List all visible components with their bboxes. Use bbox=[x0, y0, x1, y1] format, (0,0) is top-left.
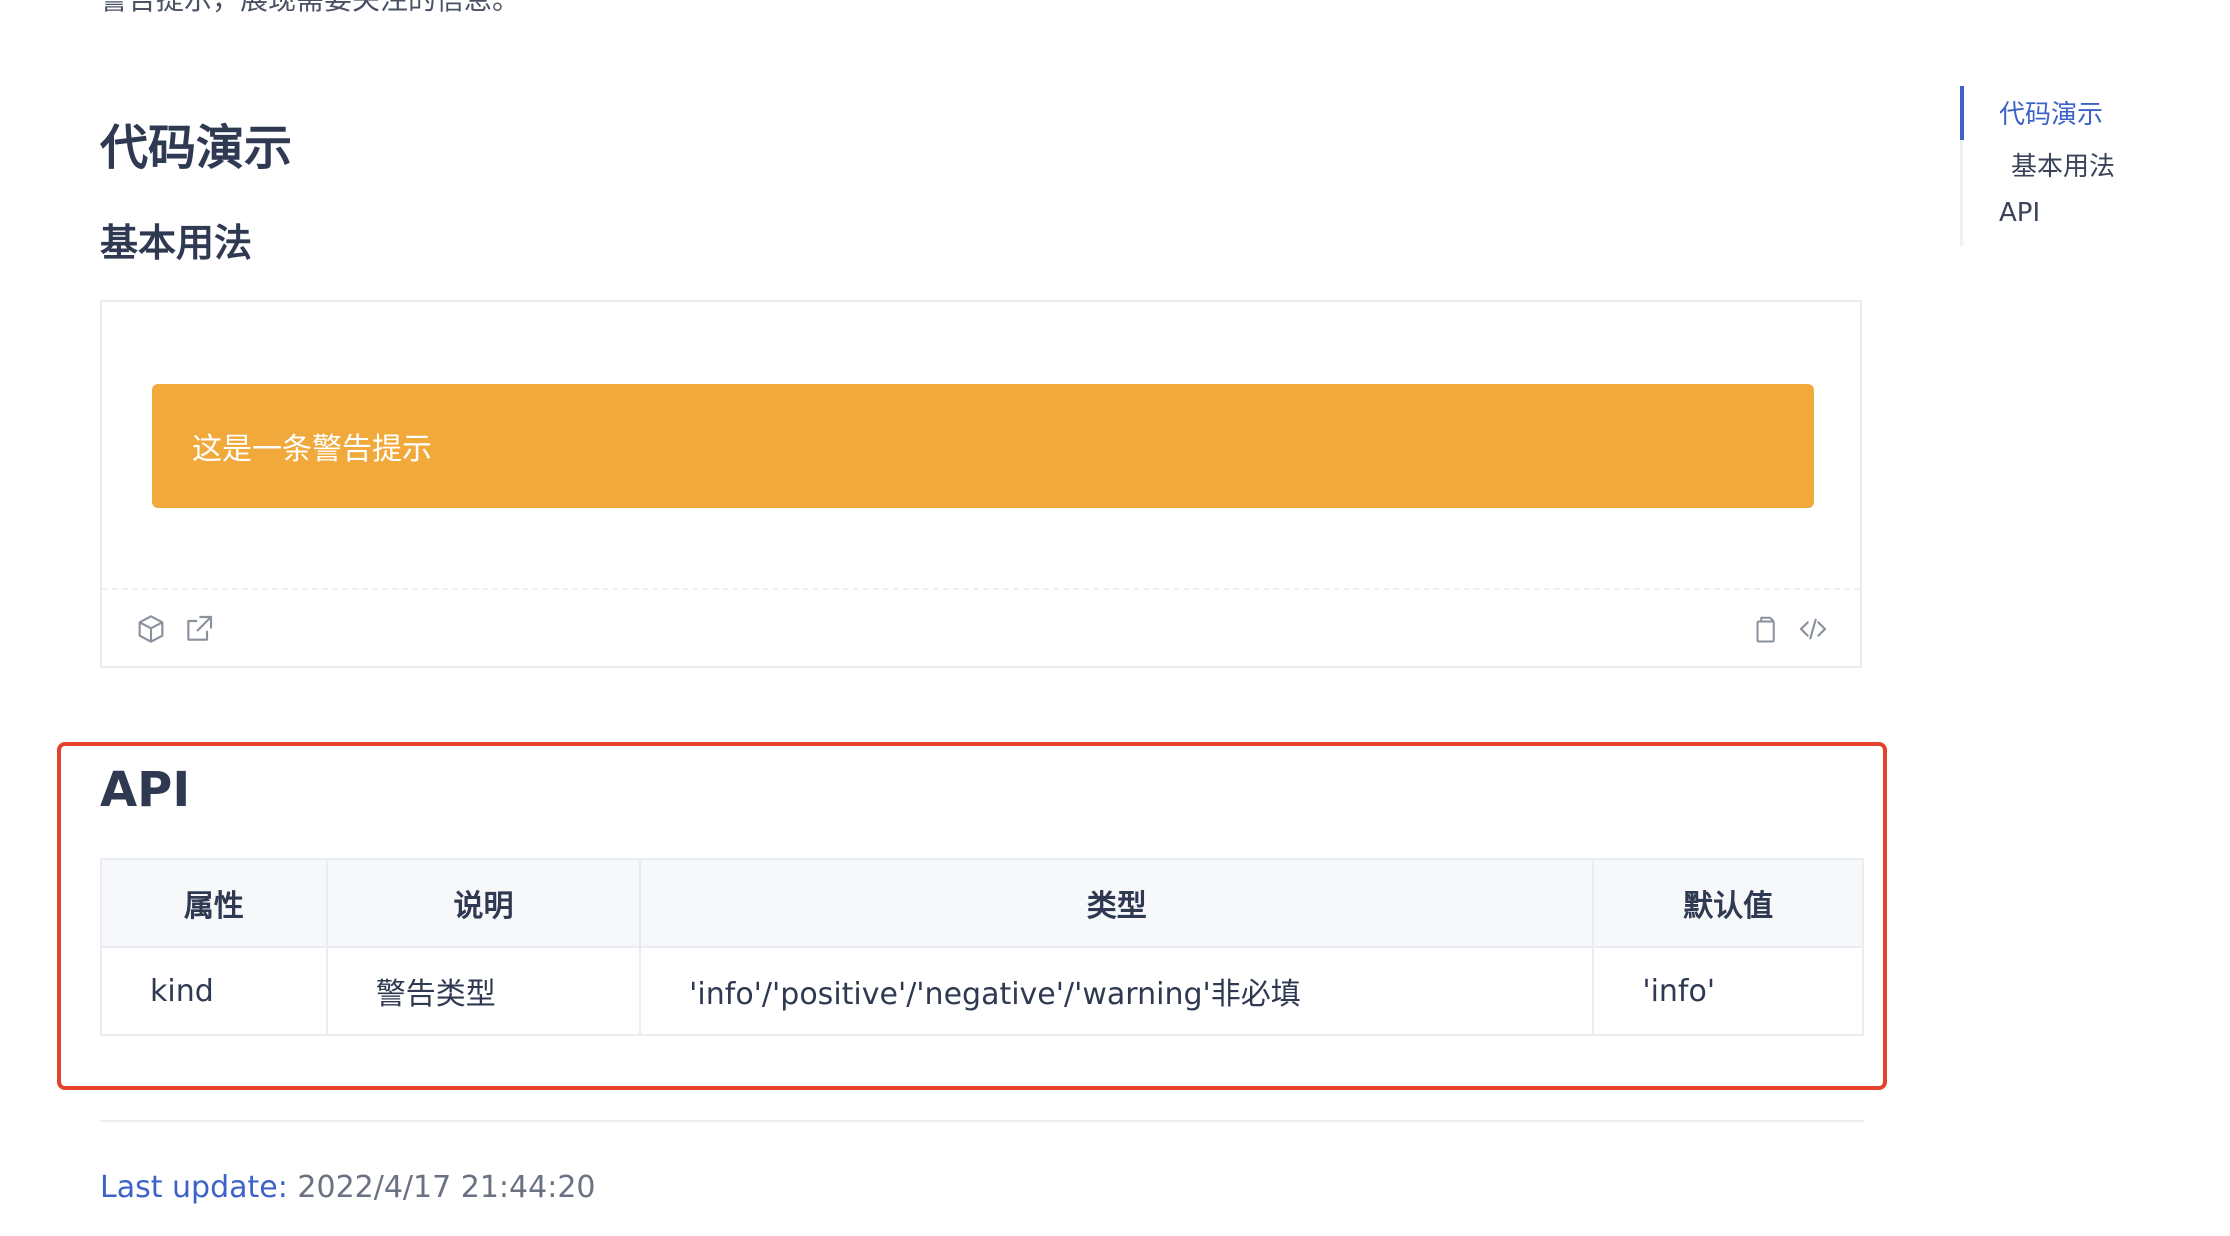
toc-item-code-demo[interactable]: 代码演示 bbox=[1999, 94, 2103, 131]
open-external-icon[interactable] bbox=[182, 612, 216, 646]
last-update: Last update: 2022/4/17 21:44:20 bbox=[100, 1170, 596, 1205]
warning-alert: 这是一条警告提示 bbox=[152, 384, 1814, 508]
codesandbox-icon[interactable] bbox=[134, 612, 168, 646]
header-cell: 说明 bbox=[325, 858, 642, 948]
header-cell: 属性 bbox=[100, 858, 328, 948]
section-title: 代码演示 bbox=[100, 120, 293, 176]
header-cell: 类型 bbox=[639, 858, 1595, 948]
subsection-title: 基本用法 bbox=[100, 221, 253, 265]
table-cell: 'info' bbox=[1592, 946, 1864, 1036]
toc-active-indicator bbox=[1960, 86, 1964, 140]
table-cell: 'info'/'positive'/'negative'/'warning'非必… bbox=[639, 946, 1595, 1036]
header-cell: 默认值 bbox=[1592, 858, 1864, 948]
code-icon[interactable] bbox=[1796, 612, 1830, 646]
api-table: 属性 说明 类型 默认值 kind 警告类型 'info'/'positive'… bbox=[100, 858, 1864, 1036]
table-cell: kind bbox=[100, 946, 328, 1036]
copy-icon[interactable] bbox=[1748, 612, 1782, 646]
table-row: kind 警告类型 'info'/'positive'/'negative'/'… bbox=[100, 946, 1864, 1036]
last-update-value: 2022/4/17 21:44:20 bbox=[297, 1170, 596, 1205]
toc-item-api[interactable]: API bbox=[1999, 198, 2040, 228]
demo-toolbar bbox=[102, 590, 1860, 668]
api-title: API bbox=[100, 762, 191, 818]
table-header-row: 属性 说明 类型 默认值 bbox=[100, 858, 1864, 948]
docs-page: 警告提示，展现需要关注的信息。 代码演示 基本用法 这是一条警告提示 bbox=[0, 0, 2230, 1236]
page-divider bbox=[100, 1120, 1864, 1122]
toc-item-basic-usage[interactable]: 基本用法 bbox=[2011, 146, 2115, 183]
intro-text: 警告提示，展现需要关注的信息。 bbox=[100, 0, 520, 18]
table-cell: 警告类型 bbox=[325, 946, 642, 1036]
table-of-contents: 代码演示 基本用法 API bbox=[1960, 86, 2203, 246]
alert-text: 这是一条警告提示 bbox=[192, 432, 432, 467]
demo-card: 这是一条警告提示 bbox=[100, 300, 1862, 668]
last-update-label: Last update: bbox=[100, 1170, 288, 1205]
